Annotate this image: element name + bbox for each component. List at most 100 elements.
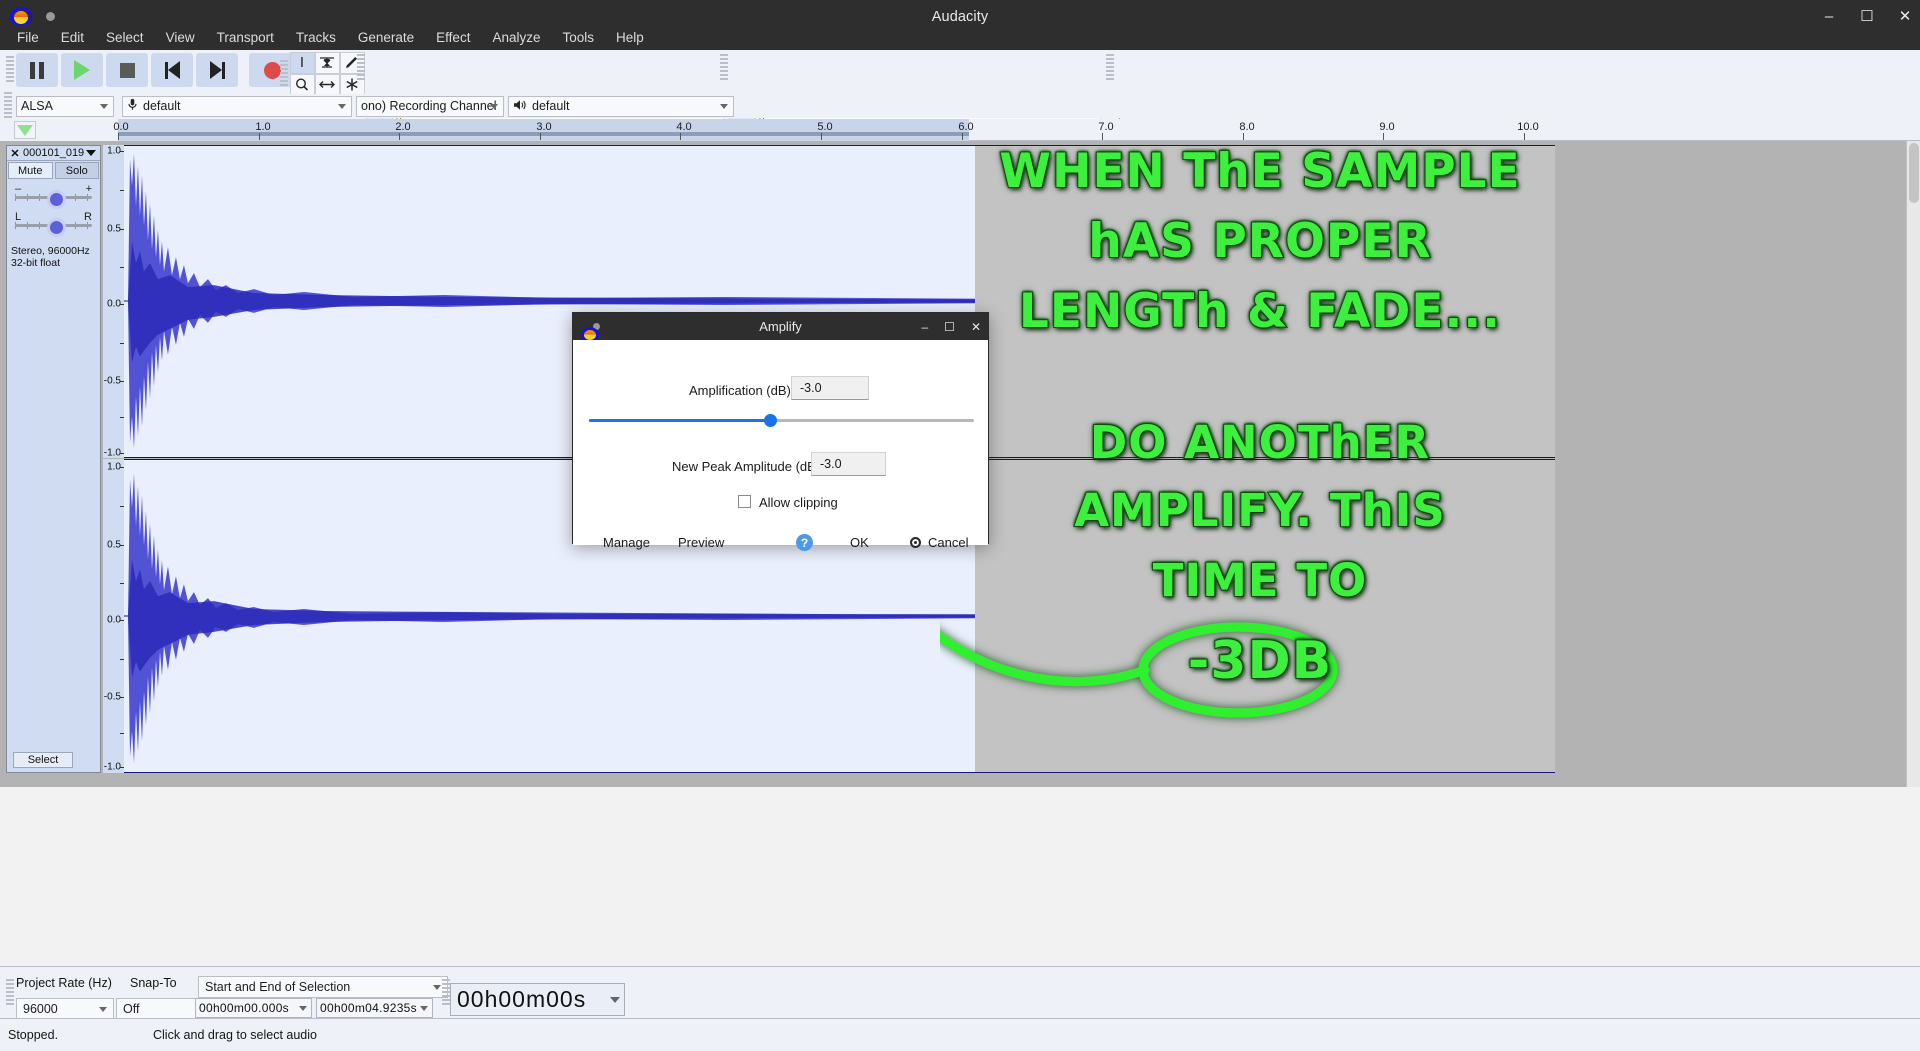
chevron-down-icon[interactable]: [610, 997, 620, 1003]
vertical-scrollbar-thumb[interactable]: [1909, 143, 1919, 203]
new-peak-amplitude-input[interactable]: -3.0: [811, 452, 886, 476]
track-control-panel[interactable]: ✕ 000101_019 Mute Solo – + L R Ster: [6, 145, 101, 773]
magnifier-icon: [294, 77, 310, 92]
amplification-slider[interactable]: [589, 414, 974, 426]
stop-icon: [120, 63, 135, 78]
ruler-label-5: 5.0: [817, 121, 832, 133]
left-right-arrow-icon: [319, 77, 335, 92]
device-toolbar: ALSA default ono) Recording Channel defa…: [0, 94, 1920, 118]
tools-grip[interactable]: [280, 60, 288, 88]
mixer-grip[interactable]: [1106, 54, 1114, 82]
play-button[interactable]: [61, 53, 103, 87]
selection-grip[interactable]: [6, 979, 14, 1007]
recording-channels-select[interactable]: ono) Recording Channel: [356, 96, 504, 117]
stop-button[interactable]: [106, 53, 148, 87]
selection-mode-select[interactable]: Start and End of Selection: [198, 976, 448, 998]
vr-2-0: 1.0: [107, 462, 121, 473]
timeshift-tool-button[interactable]: [315, 74, 340, 96]
amplify-dialog: Amplify – ☐ ✕ Amplification (dB): -3.0 N…: [572, 312, 989, 544]
gain-slider[interactable]: – +: [15, 185, 92, 207]
timeline-ruler[interactable]: 0.0 1.0 2.0 3.0 4.0 5.0 6.0 7.0 8.0 9.0 …: [118, 119, 1920, 141]
transport-grip[interactable]: [6, 56, 14, 84]
envelope-icon: [319, 55, 335, 70]
play-icon: [74, 60, 90, 80]
menu-generate[interactable]: Generate: [347, 27, 425, 48]
allow-clipping-checkbox[interactable]: [738, 495, 751, 508]
chevron-down-icon[interactable]: [86, 150, 96, 156]
dialog-maximize-button[interactable]: ☐: [944, 320, 955, 334]
maximize-button[interactable]: ☐: [1858, 9, 1876, 24]
gain-knob[interactable]: [47, 190, 66, 209]
amplification-slider-knob[interactable]: [764, 414, 777, 427]
playback-device-select[interactable]: default: [508, 96, 734, 117]
vr-2-3: -0.5: [104, 692, 121, 703]
track-header: ✕ 000101_019: [7, 146, 100, 161]
menu-view[interactable]: View: [155, 27, 206, 48]
chevron-down-icon: [490, 104, 498, 109]
vr-2-4: -1.0: [104, 762, 121, 773]
audio-position-time[interactable]: 00h00m00s: [450, 983, 625, 1016]
manage-button[interactable]: Manage: [603, 535, 650, 550]
mute-button[interactable]: Mute: [8, 162, 53, 179]
window-title: Audacity: [0, 9, 1920, 25]
menu-effect[interactable]: Effect: [425, 27, 481, 48]
vr-1-0: 1.0: [107, 146, 121, 157]
preview-button[interactable]: Preview: [678, 535, 724, 550]
skip-to-start-button[interactable]: [151, 53, 193, 87]
pause-button[interactable]: [16, 53, 58, 87]
audio-host-select[interactable]: ALSA: [16, 96, 114, 117]
cancel-button[interactable]: Cancel: [928, 535, 968, 550]
pinned-play-head-button[interactable]: [14, 121, 36, 139]
track-select-button[interactable]: Select: [13, 752, 73, 768]
recording-device-select[interactable]: default: [122, 96, 352, 117]
selection-start-time[interactable]: 00h00m00.000s: [195, 998, 312, 1018]
playback-meter-grip[interactable]: [720, 54, 728, 82]
menu-select[interactable]: Select: [95, 27, 155, 48]
minimize-button[interactable]: –: [1820, 9, 1838, 24]
vertical-ruler-left-channel: 1.0 0.5 0.0 -0.5 -1.0: [103, 145, 124, 458]
chevron-down-icon[interactable]: [420, 1006, 428, 1011]
ruler-label-2: 2.0: [395, 121, 410, 133]
vr-1-3: -0.5: [104, 376, 121, 387]
recording-meter-grip[interactable]: [357, 54, 365, 82]
device-grip[interactable]: [4, 92, 12, 120]
skip-to-end-button[interactable]: [196, 53, 238, 87]
menu-file[interactable]: File: [6, 27, 50, 48]
status-hint: Click and drag to select audio: [153, 1028, 317, 1042]
menu-help[interactable]: Help: [605, 27, 655, 48]
menu-edit[interactable]: Edit: [50, 27, 95, 48]
solo-button[interactable]: Solo: [55, 162, 100, 179]
chevron-down-icon: [720, 104, 728, 109]
pan-knob[interactable]: [47, 218, 66, 237]
track-info-line1: Stereo, 96000Hz: [11, 245, 96, 257]
pan-slider[interactable]: L R: [15, 213, 92, 235]
chevron-down-icon: [433, 985, 441, 990]
menu-tracks[interactable]: Tracks: [285, 27, 347, 48]
amplification-label: Amplification (dB):: [689, 383, 794, 398]
selection-tool-button[interactable]: I: [290, 52, 315, 74]
amplification-input[interactable]: -3.0: [791, 376, 869, 400]
ok-button[interactable]: OK: [850, 535, 869, 550]
close-button[interactable]: ✕: [1896, 9, 1914, 24]
menu-analyze[interactable]: Analyze: [481, 27, 551, 48]
selection-end-time[interactable]: 00h00m04.9235s: [316, 998, 433, 1018]
track-close-button[interactable]: ✕: [7, 147, 23, 160]
dialog-minimize-button[interactable]: –: [921, 320, 928, 334]
menu-tools[interactable]: Tools: [551, 27, 605, 48]
dialog-close-button[interactable]: ✕: [971, 320, 981, 334]
ruler-label-3: 3.0: [536, 121, 551, 133]
project-rate-select[interactable]: 96000: [16, 998, 114, 1020]
chevron-down-icon[interactable]: [299, 1006, 307, 1011]
pause-icon: [30, 62, 44, 79]
selection-end-value: 00h00m04.9235s: [320, 1001, 417, 1015]
time-grip[interactable]: [442, 979, 450, 1007]
menu-transport[interactable]: Transport: [206, 27, 285, 48]
track-name-label: 000101_019: [23, 147, 86, 159]
unselected-region-left: [975, 146, 1555, 457]
zoom-tool-button[interactable]: [290, 74, 315, 96]
chevron-down-icon: [99, 1007, 107, 1012]
project-rate-value: 96000: [23, 1002, 58, 1016]
help-button[interactable]: ?: [796, 534, 813, 551]
vertical-scrollbar[interactable]: [1906, 141, 1920, 787]
envelope-tool-button[interactable]: [315, 52, 340, 74]
